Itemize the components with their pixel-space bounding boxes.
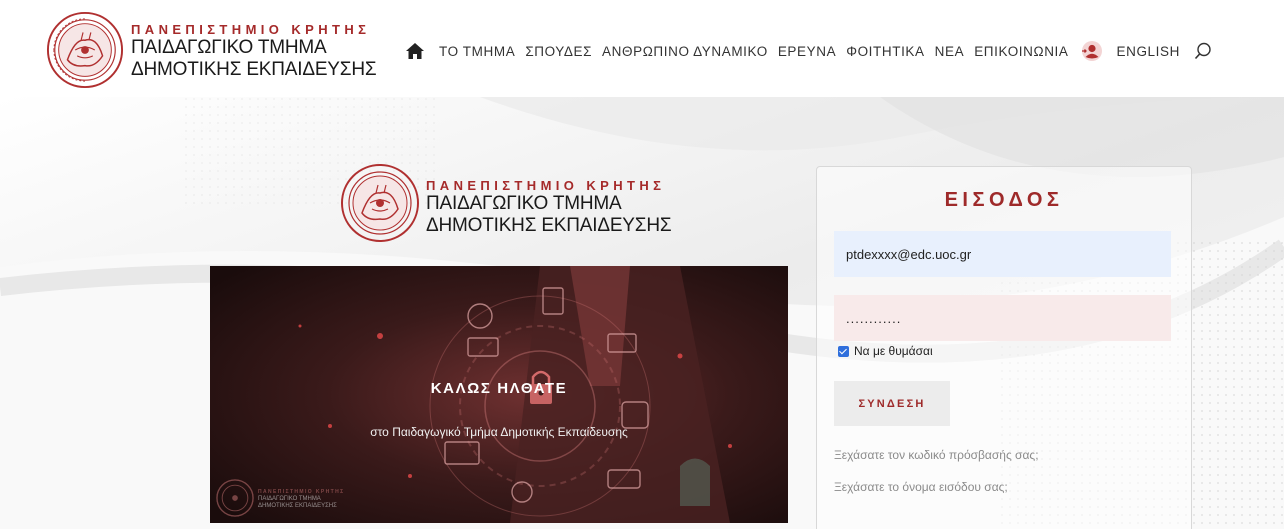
welcome-banner: ΚΑΛΩΣ ΗΛΘΑΤΕ στο Παιδαγωγικό Τμήμα Δημοτ… <box>210 266 788 523</box>
hero-section: ΠΑΝΕΠΙΣΤΗΜΙΟ ΚΡΗΤΗΣ ΠΑΙΔΑΓΩΓΙΚΟ ΤΜΗΜΑ ΔΗ… <box>0 97 1284 529</box>
login-card: ΕΙΣΟΔΟΣ Να με θυμάσαι ΣΥΝΔΕΣΗ Ξεχάσατε τ… <box>816 166 1192 529</box>
center-logo-text: ΠΑΝΕΠΙΣΤΗΜΙΟ ΚΡΗΤΗΣ ΠΑΙΔΑΓΩΓΙΚΟ ΤΜΗΜΑ ΔΗ… <box>426 178 672 237</box>
nav-item-contact[interactable]: ΕΠΙΚΟΙΝΩΝΙΑ <box>974 44 1068 59</box>
forgot-username-link[interactable]: Ξεχάσατε το όνομα εισόδου σας; <box>834 480 1008 494</box>
site-header: ΠΑΝΕΠΙΣΤΗΜΙΟ ΚΡΗΤΗΣ ΠΑΙΔΑΓΩΓΙΚΟ ΤΜΗΜΑ ΔΗ… <box>0 0 1284 97</box>
center-logo-department-line2: ΔΗΜΟΤΙΚΗΣ ΕΚΠΑΙΔΕΥΣΗΣ <box>426 215 672 236</box>
logo-department-line2: ΔΗΜΟΤΙΚΗΣ ΕΚΠΑΙΔΕΥΣΗΣ <box>131 59 377 80</box>
login-title: ΕΙΣΟΔΟΣ <box>944 189 1064 211</box>
university-seal-icon <box>216 479 254 517</box>
forgot-password-link[interactable]: Ξεχάσατε τον κωδικό πρόσβασής σας; <box>834 448 1039 462</box>
banner-watermark-logo: ΠΑΝΕΠΙΣΤΗΜΙΟ ΚΡΗΤΗΣ ΠΑΙΔΑΓΩΓΙΚΟ ΤΜΗΜΑ ΔΗ… <box>216 479 376 519</box>
center-logo-department-line1: ΠΑΙΔΑΓΩΓΙΚΟ ΤΜΗΜΑ <box>426 193 622 214</box>
remember-me: Να με θυμάσαι <box>838 344 933 358</box>
university-seal-icon <box>341 164 419 242</box>
site-logo[interactable]: ΠΑΝΕΠΙΣΤΗΜΙΟ ΚΡΗΤΗΣ ΠΑΙΔΑΓΩΓΙΚΟ ΤΜΗΜΑ ΔΗ… <box>46 11 377 91</box>
language-switch-english[interactable]: ENGLISH <box>1117 44 1180 59</box>
nav-item-research[interactable]: ΕΡΕΥΝΑ <box>778 44 836 59</box>
password-input[interactable] <box>834 295 1171 341</box>
welcome-subtitle: στο Παιδαγωγικό Τμήμα Δημοτικής Εκπαίδευ… <box>370 425 628 439</box>
nav-item-department[interactable]: ΤΟ ΤΜΗΜΑ <box>439 44 515 59</box>
remember-me-checkbox[interactable] <box>838 345 849 357</box>
nav-item-studies[interactable]: ΣΠΟΥΔΕΣ <box>525 44 592 59</box>
logo-text: ΠΑΝΕΠΙΣΤΗΜΙΟ ΚΡΗΤΗΣ ΠΑΙΔΑΓΩΓΙΚΟ ΤΜΗΜΑ ΔΗ… <box>131 22 377 81</box>
logo-department-line1: ΠΑΙΔΑΓΩΓΙΚΟ ΤΜΗΜΑ <box>131 37 327 58</box>
main-nav: ΤΟ ΤΜΗΜΑ ΣΠΟΥΔΕΣ ΑΝΘΡΩΠΙΝΟ ΔΥΝΑΜΙΚΟ ΕΡΕΥ… <box>405 36 1212 66</box>
center-logo: ΠΑΝΕΠΙΣΤΗΜΙΟ ΚΡΗΤΗΣ ΠΑΙΔΑΓΩΓΙΚΟ ΤΜΗΜΑ ΔΗ… <box>340 163 672 249</box>
university-seal-icon <box>46 11 124 89</box>
login-button[interactable]: ΣΥΝΔΕΣΗ <box>834 381 950 426</box>
home-icon[interactable] <box>405 42 425 60</box>
center-logo-university: ΠΑΝΕΠΙΣΤΗΜΙΟ ΚΡΗΤΗΣ <box>426 178 666 193</box>
username-input[interactable] <box>834 231 1171 277</box>
logo-university: ΠΑΝΕΠΙΣΤΗΜΙΟ ΚΡΗΤΗΣ <box>131 22 371 37</box>
remember-me-label: Να με θυμάσαι <box>854 344 933 358</box>
welcome-title: ΚΑΛΩΣ ΗΛΘΑΤΕ <box>430 380 568 397</box>
nav-item-student-affairs[interactable]: ΦΟΙΤΗΤΙΚΑ <box>846 44 924 59</box>
banner-watermark-line1: ΠΑΙΔΑΓΩΓΙΚΟ ΤΜΗΜΑ <box>258 496 321 502</box>
search-icon[interactable] <box>1194 42 1212 60</box>
banner-watermark-text: ΠΑΝΕΠΙΣΤΗΜΙΟ ΚΡΗΤΗΣ ΠΑΙΔΑΓΩΓΙΚΟ ΤΜΗΜΑ ΔΗ… <box>258 489 345 510</box>
nav-item-news[interactable]: ΝΕΑ <box>935 44 965 59</box>
nav-item-staff[interactable]: ΑΝΘΡΩΠΙΝΟ ΔΥΝΑΜΙΚΟ <box>602 44 768 59</box>
banner-watermark-university: ΠΑΝΕΠΙΣΤΗΜΙΟ ΚΡΗΤΗΣ <box>258 489 345 495</box>
user-login-icon[interactable] <box>1081 40 1103 62</box>
banner-watermark-line2: ΔΗΜΟΤΙΚΗΣ ΕΚΠΑΙΔΕΥΣΗΣ <box>258 503 337 509</box>
